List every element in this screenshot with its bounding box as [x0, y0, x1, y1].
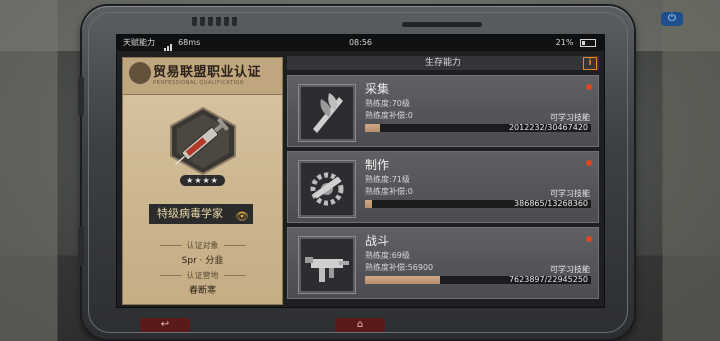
target-label: 认证对象 [123, 240, 282, 251]
skill-row-gathering[interactable]: 采集 熟练度:70级 熟练度补偿:0 可学习技能 2012232/3046742… [287, 75, 599, 147]
alert-dot [586, 236, 592, 242]
leaf-knife-icon [298, 84, 356, 142]
skill-compensation: 熟练度补偿:56900 [365, 263, 434, 272]
learnable-label: 可学习技能 [550, 265, 590, 274]
certificate-header: 贸易联盟职业认证 PROFESSIONAL QUALIFICATION [123, 58, 282, 95]
alert-dot [586, 84, 592, 90]
submachine-gun-icon [298, 236, 356, 294]
camp-label: 认证营地 [123, 270, 282, 281]
status-bar: 天赋能力 68ms 08:56 21% [117, 35, 604, 51]
eye-icon[interactable]: 👁 [235, 207, 249, 227]
clock: 08:56 [348, 38, 373, 47]
learnable-label: 可学习技能 [550, 113, 590, 122]
syringe-emblem-icon [170, 106, 236, 176]
camp-value: 春断寒 [188, 286, 216, 296]
skill-compensation: 熟练度补偿:0 [365, 187, 413, 196]
skill-name: 战斗 [365, 234, 390, 248]
skill-name: 制作 [365, 158, 390, 172]
skill-level: 熟练度:71级 [365, 175, 410, 184]
progress-fill [365, 200, 372, 208]
learnable-label: 可学习技能 [550, 189, 590, 198]
rank-title: 特级病毒学家 👁 [149, 204, 253, 224]
side-button-bottom[interactable] [78, 226, 84, 266]
skill-compensation: 熟练度补偿:0 [365, 111, 413, 120]
skill-level: 熟练度:70级 [365, 99, 410, 108]
battery-icon [580, 38, 596, 47]
skill-level: 熟练度:69级 [365, 251, 410, 260]
alliance-logo [129, 62, 151, 84]
certificate-subtitle: PROFESSIONAL QUALIFICATION [153, 80, 245, 86]
progress-fill [365, 124, 380, 132]
battery-percent: 21% [555, 38, 574, 47]
progress-fill [365, 276, 441, 284]
certificate-panel: 贸易联盟职业认证 PROFESSIONAL QUALIFICATION ★★★★… [122, 57, 283, 305]
panel-header: 生存能力 i [287, 56, 599, 70]
screen: 天赋能力 68ms 08:56 21% 贸易联盟职业认证 PROFESSIONA… [116, 34, 605, 308]
panel-title: 生存能力 [424, 58, 461, 68]
skill-name: 采集 [365, 82, 390, 96]
gear-hammer-icon [298, 160, 356, 218]
speaker-grill [192, 17, 237, 26]
alert-dot [586, 160, 592, 166]
target-value: Spr · 分韭 [181, 256, 224, 266]
progress-text: 7623897/22945250 [508, 275, 588, 284]
power-button[interactable]: ⏻ [661, 12, 683, 26]
back-button[interactable]: ↩ [140, 318, 190, 332]
progress-text: 2012232/30467420 [508, 123, 588, 132]
skill-row-crafting[interactable]: 制作 熟练度:71级 熟练度补偿:0 可学习技能 386865/13268360 [287, 151, 599, 223]
home-button[interactable]: ⌂ [335, 318, 385, 332]
star-rating: ★★★★ [180, 175, 225, 186]
info-button[interactable]: i [583, 57, 597, 70]
skill-row-combat[interactable]: 战斗 熟练度:69级 熟练度补偿:56900 可学习技能 7623897/229… [287, 227, 599, 299]
certificate-title: 贸易联盟职业认证 [153, 65, 262, 80]
earpiece [402, 22, 482, 27]
rank-label: 特级病毒学家 [157, 207, 223, 220]
progress-text: 386865/13268360 [514, 199, 588, 208]
side-button-top[interactable] [78, 76, 84, 116]
